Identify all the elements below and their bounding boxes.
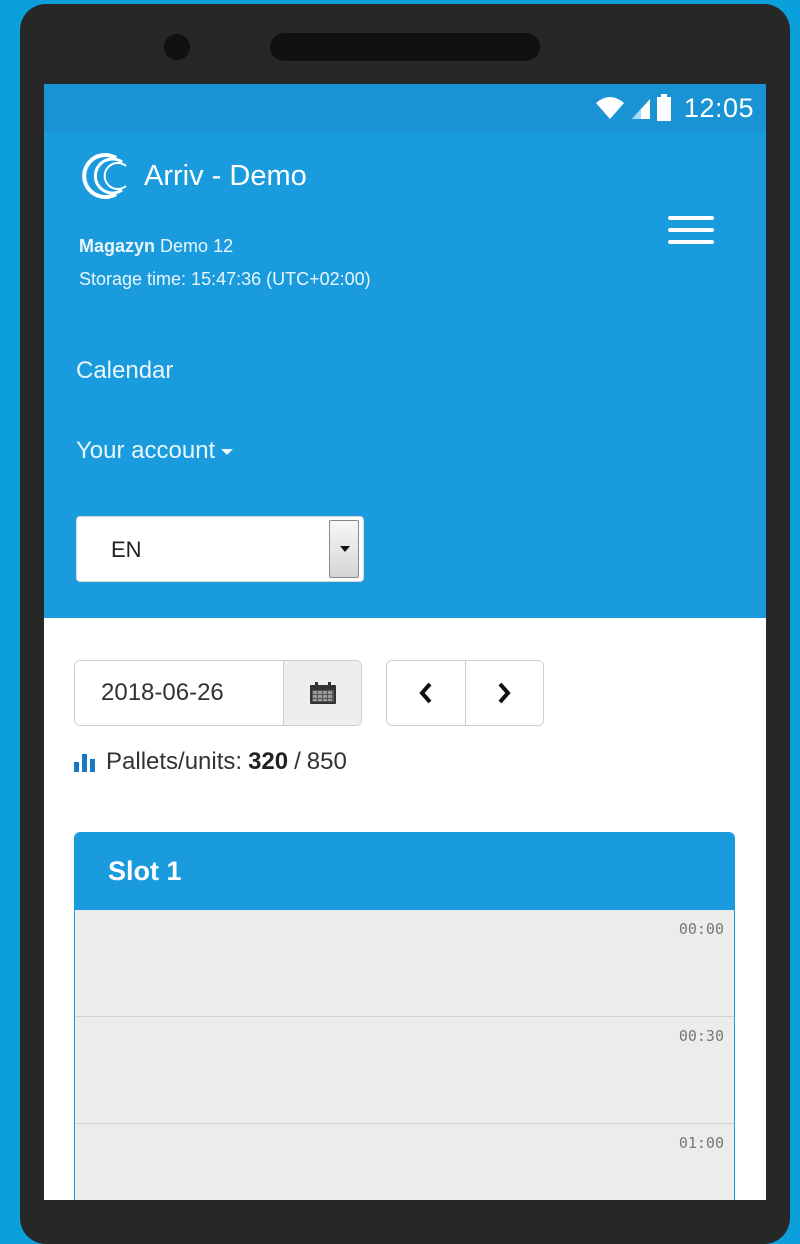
day-navigation [386, 660, 544, 726]
time-slot-label: 01:00 [678, 1134, 724, 1152]
brand[interactable]: Arriv - Demo [76, 152, 307, 200]
pallets-label: Pallets/units: [106, 748, 243, 775]
status-time: 12:05 [683, 92, 754, 123]
hamburger-menu-icon[interactable] [668, 216, 714, 246]
time-slot-row[interactable]: 00:30 [75, 1017, 734, 1124]
chevron-left-icon [419, 682, 432, 704]
status-bar: 12:05 [44, 84, 766, 132]
calendar-icon [310, 682, 336, 704]
pallets-summary: Pallets/units: 320 / 850 [74, 748, 347, 776]
signal-icon [631, 99, 650, 119]
previous-day-button[interactable] [387, 661, 465, 725]
nav-link-calendar[interactable]: Calendar [76, 357, 173, 385]
pallets-total: 850 [306, 748, 347, 775]
phone-speaker [270, 33, 540, 61]
nav-link-your-account[interactable]: Your account [76, 437, 234, 465]
time-slot-label: 00:00 [678, 920, 724, 938]
nav-link-your-account-label: Your account [76, 437, 216, 464]
app-title: Arriv - Demo [144, 159, 307, 192]
slot-title: Slot 1 [75, 833, 734, 910]
slot-panel: Slot 1 00:00 00:30 01:00 [74, 832, 735, 1200]
storage-time: Storage time: 15:47:36 (UTC+02:00) [79, 269, 371, 289]
wifi-icon [595, 97, 624, 119]
app-header: Arriv - Demo Magazyn Demo 12 Storage tim… [44, 132, 766, 618]
bar-chart-icon [74, 754, 95, 772]
date-input[interactable] [75, 661, 283, 725]
pallets-separator: / [294, 748, 301, 775]
battery-icon [656, 94, 671, 121]
dropdown-arrow-icon[interactable] [329, 520, 359, 578]
time-slot-row[interactable]: 01:00 [75, 1124, 734, 1200]
phone-screen: 12:05 Arriv - Demo Magazyn Demo 12 Stora… [44, 84, 766, 1200]
date-picker [74, 660, 362, 726]
warehouse-info: Magazyn Demo 12 [79, 236, 233, 257]
calendar-button[interactable] [283, 661, 361, 725]
time-slot-label: 00:30 [678, 1027, 724, 1045]
time-slot-row[interactable]: 00:00 [75, 910, 734, 1017]
language-select[interactable]: EN [76, 516, 364, 582]
status-icons: 12:05 [594, 92, 754, 124]
arriv-logo-icon [82, 153, 127, 199]
next-day-button[interactable] [464, 661, 544, 725]
language-select-value: EN [111, 537, 142, 562]
warehouse-name: Demo 12 [160, 236, 234, 256]
chevron-right-icon [498, 682, 511, 704]
phone-camera [164, 34, 190, 60]
warehouse-label: Magazyn [79, 236, 156, 256]
caret-down-icon [221, 448, 234, 455]
pallets-used: 320 [248, 748, 289, 775]
